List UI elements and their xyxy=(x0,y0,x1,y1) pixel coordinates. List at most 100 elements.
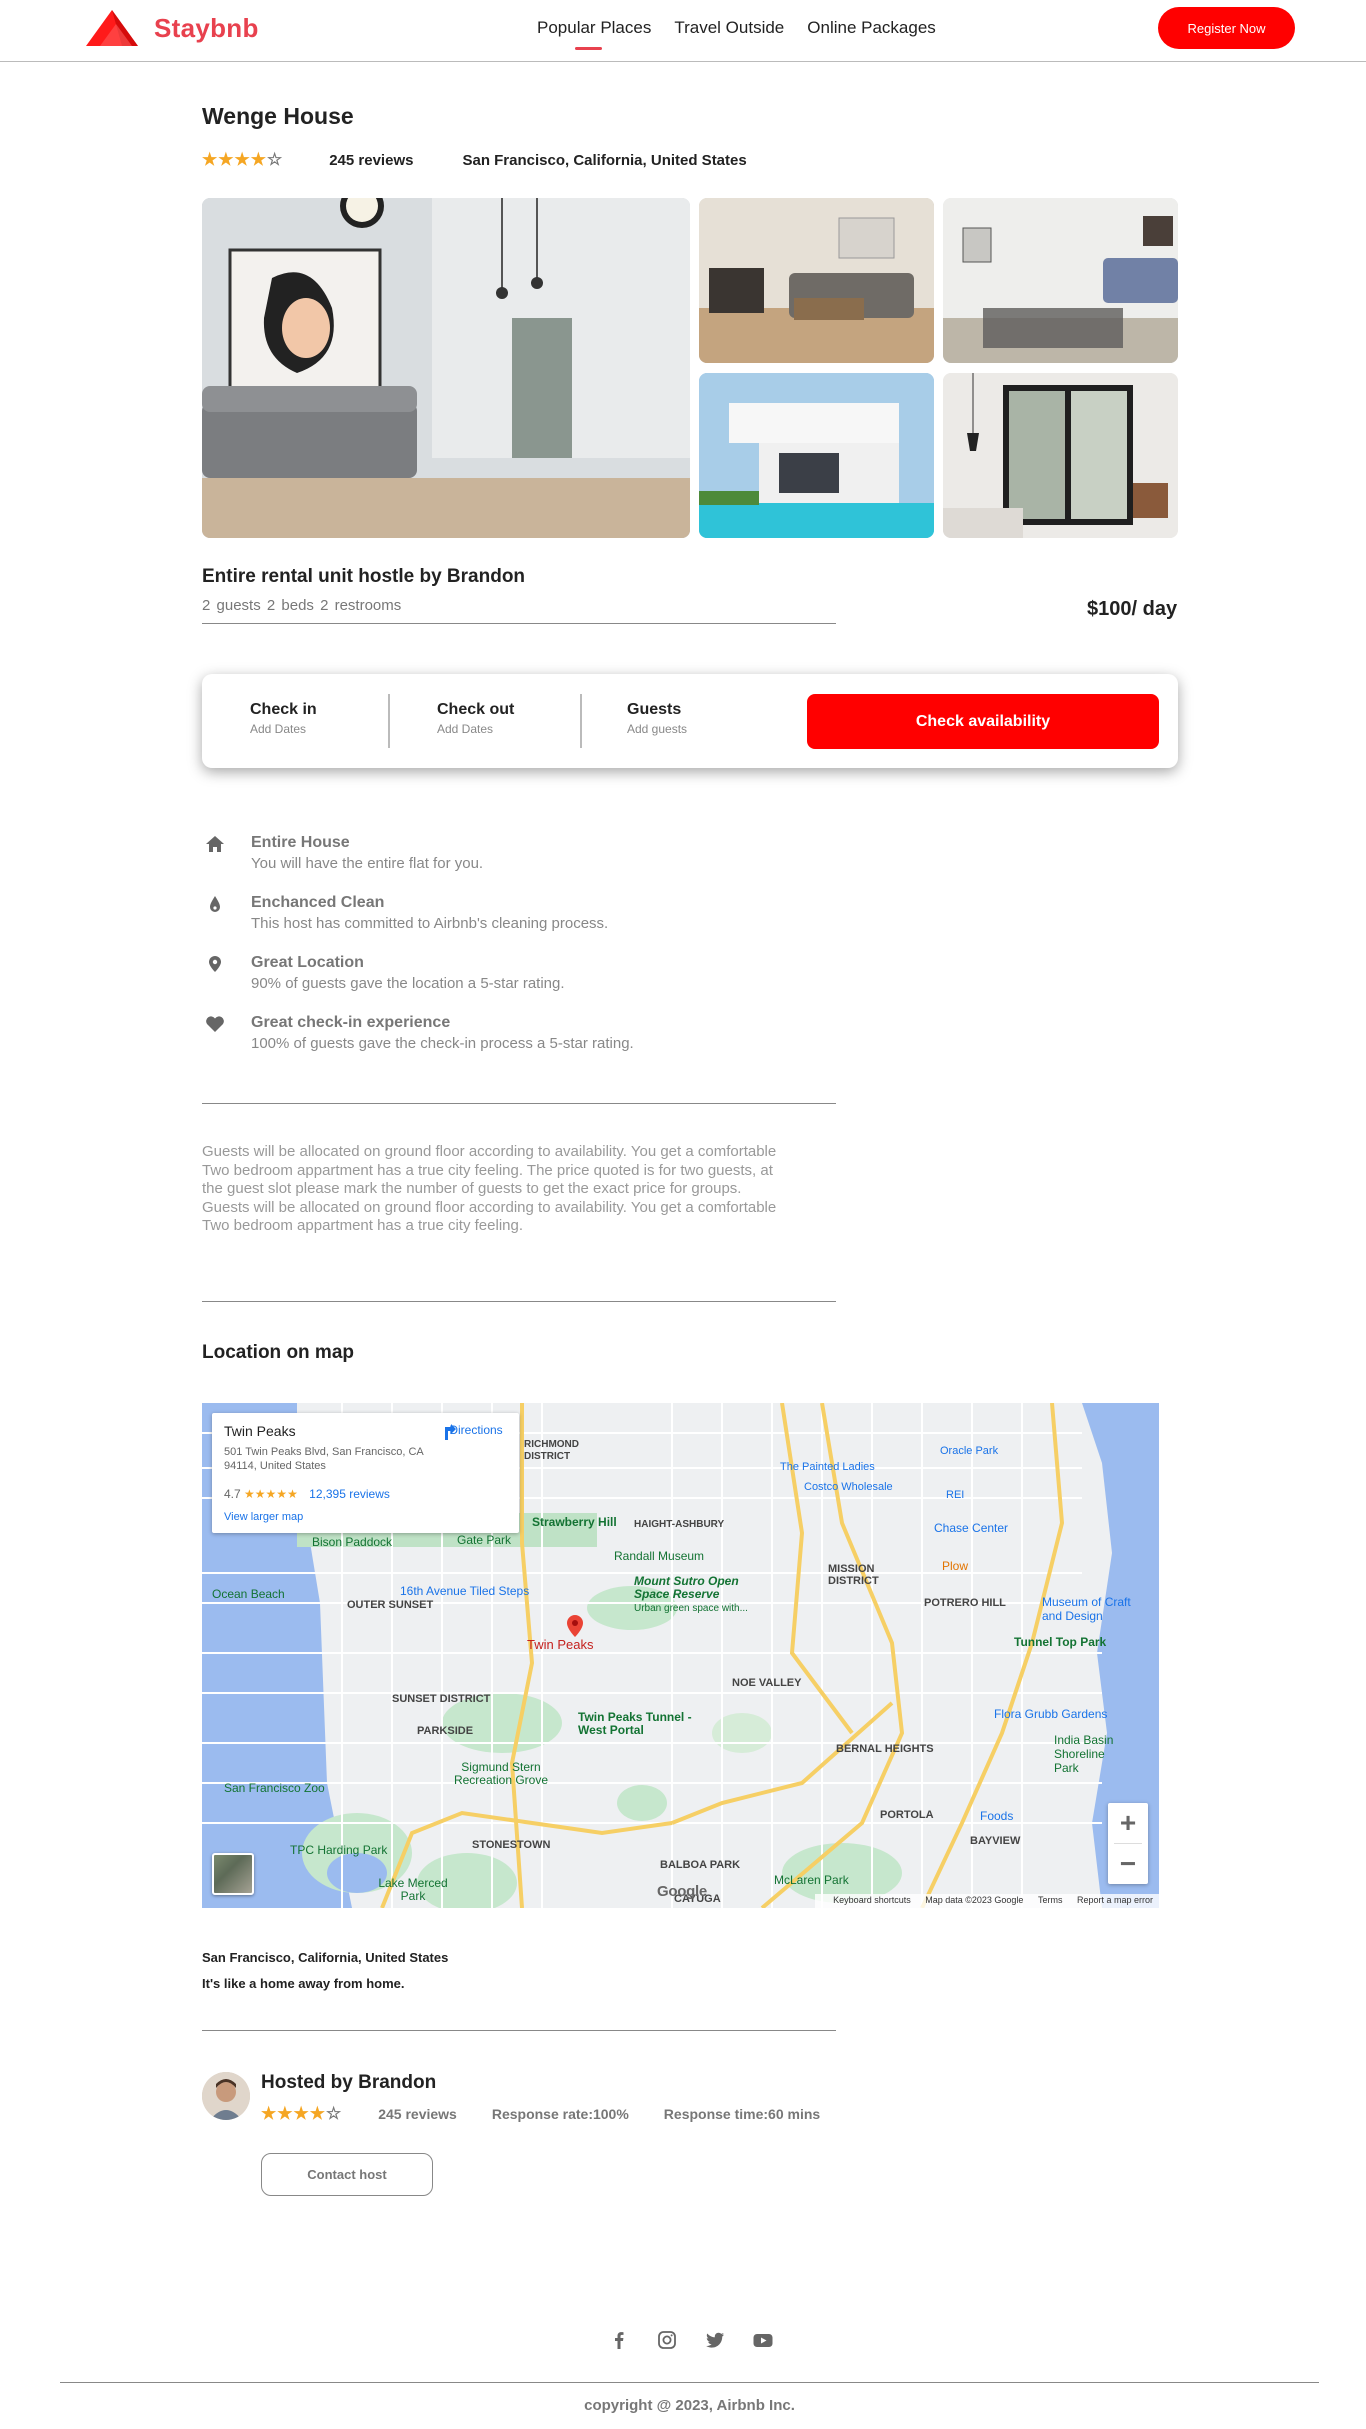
map-label-noe: NOE VALLEY xyxy=(732,1677,802,1689)
check-availability-button[interactable]: Check availability xyxy=(807,694,1159,749)
map-location-caption: San Francisco, California, United States xyxy=(202,1950,449,1965)
place-reviews-link[interactable]: 12,395 reviews xyxy=(309,1487,390,1501)
report-map-error-link[interactable]: Report a map error xyxy=(1077,1895,1153,1905)
brand-logo[interactable]: Staybnb xyxy=(82,8,259,48)
map-section-title: Location on map xyxy=(202,1342,354,1363)
field-separator xyxy=(580,694,582,748)
copyright-text: copyright @ 2023, Airbnb Inc. xyxy=(584,2397,795,2414)
google-logo: Google xyxy=(657,1883,707,1900)
map-tagline: It's like a home away from home. xyxy=(202,1976,405,1991)
zoom-out-button[interactable]: − xyxy=(1108,1844,1148,1884)
booking-bar: Check in Add Dates Check out Add Dates G… xyxy=(202,674,1178,768)
footer-divider xyxy=(60,2382,1319,2383)
listing-description: Guests will be allocated on ground floor… xyxy=(202,1143,777,1234)
feature-title: Great Location xyxy=(251,954,364,971)
check-in-label: Check in xyxy=(250,701,317,718)
feature-title: Great check-in experience xyxy=(251,1014,451,1031)
twitter-icon[interactable] xyxy=(703,2328,727,2352)
map-label-parkside: PARKSIDE xyxy=(417,1725,474,1737)
place-rating-value: 4.7 xyxy=(224,1487,241,1501)
map-label-museum-craft: Museum of Craft and Design xyxy=(1042,1595,1131,1623)
rental-capacity: 2 guests 2 beds 2 restrooms xyxy=(202,597,402,614)
guests-field[interactable]: Guests Add guests xyxy=(627,701,687,736)
map-label-potrero: POTRERO HILL xyxy=(924,1597,1006,1609)
youtube-icon[interactable] xyxy=(751,2328,775,2352)
check-in-field[interactable]: Check in Add Dates xyxy=(250,701,317,736)
map-label-mclaren: McLaren Park xyxy=(774,1873,849,1887)
social-links xyxy=(607,2328,775,2352)
host-rating-stars: ★★★★☆ xyxy=(261,2104,343,2123)
divider xyxy=(202,1301,836,1302)
check-out-value: Add Dates xyxy=(437,722,494,736)
divider xyxy=(202,1103,836,1104)
listing-meta: ★★★★☆ 245 reviews San Francisco, Califor… xyxy=(202,150,747,170)
map-label-tiled-steps: 16th Avenue Tiled Steps xyxy=(400,1584,530,1598)
gallery-photo-living-room[interactable] xyxy=(202,198,690,538)
map-label-sunset: SUNSET DISTRICT xyxy=(392,1693,491,1705)
feature-desc: 100% of guests gave the check-in process… xyxy=(251,1035,634,1052)
navbar: Staybnb Popular Places Travel Outside On… xyxy=(0,0,1366,62)
nav-popular-places[interactable]: Popular Places xyxy=(537,18,651,50)
gallery-photo-bedroom[interactable] xyxy=(943,373,1178,538)
map-label-mission: MISSION DISTRICT xyxy=(828,1563,879,1587)
map-label-chase: Chase Center xyxy=(934,1521,1009,1535)
host-avatar[interactable] xyxy=(202,2072,250,2120)
divider xyxy=(202,623,836,624)
lounge-illustration xyxy=(699,198,934,363)
check-out-field[interactable]: Check out Add Dates xyxy=(437,701,514,736)
check-out-label: Check out xyxy=(437,701,515,718)
feature-desc: 90% of guests gave the location a 5-star… xyxy=(251,975,565,992)
feature-desc: You will have the entire flat for you. xyxy=(251,855,484,872)
contact-host-button[interactable]: Contact host xyxy=(261,2153,433,2196)
feature-title: Entire House xyxy=(251,834,350,851)
instagram-icon[interactable] xyxy=(655,2328,679,2352)
nav-online-packages[interactable]: Online Packages xyxy=(807,18,936,50)
map-label-sf-zoo: San Francisco Zoo xyxy=(224,1781,325,1795)
map-label-foods: Foods xyxy=(980,1809,1014,1823)
directions-icon xyxy=(445,1424,456,1440)
host-avatar-image xyxy=(202,2072,250,2120)
view-larger-map-link[interactable]: View larger map xyxy=(224,1511,303,1523)
map-label-stonestown: STONESTOWN xyxy=(472,1839,551,1851)
map-data-text: Map data ©2023 Google xyxy=(925,1895,1024,1905)
rating-stars: ★★★★☆ xyxy=(202,150,284,169)
facebook-icon[interactable] xyxy=(607,2328,631,2352)
gallery-photo-lounge[interactable] xyxy=(699,198,934,363)
map-label-bison: Bison Paddock xyxy=(312,1535,393,1549)
entry-illustration xyxy=(943,198,1178,363)
listing-location: San Francisco, California, United States xyxy=(462,151,747,169)
listing-reviews[interactable]: 245 reviews xyxy=(329,152,413,169)
logo-triangle-icon xyxy=(86,10,138,46)
exterior-illustration xyxy=(699,373,934,538)
rental-title: Entire rental unit hostle by Brandon xyxy=(202,566,526,587)
keyboard-shortcuts-link[interactable]: Keyboard shortcuts xyxy=(833,1895,911,1905)
map-marker-icon[interactable] xyxy=(567,1615,583,1637)
embedded-map[interactable]: Twin Peaks RICHMOND DISTRICT HAIGHT-ASHB… xyxy=(202,1403,1159,1908)
map-label-tunnel: Twin Peaks Tunnel - West Portal xyxy=(578,1710,692,1737)
zoom-in-button[interactable]: + xyxy=(1108,1803,1148,1843)
field-separator xyxy=(388,694,390,748)
listing-title: Wenge House xyxy=(202,103,354,129)
bedroom-illustration xyxy=(943,373,1178,538)
map-label-bayview: BAYVIEW xyxy=(970,1835,1021,1847)
host-name: Hosted by Brandon xyxy=(261,2072,437,2093)
register-button[interactable]: Register Now xyxy=(1158,7,1295,49)
map-label-balboa: BALBOA PARK xyxy=(660,1859,741,1871)
map-label-twin-peaks: Twin Peaks xyxy=(527,1637,594,1652)
directions-button[interactable]: Directions xyxy=(442,1423,510,1440)
brand-name: Staybnb xyxy=(154,12,259,43)
host-response-time: Response time:60 mins xyxy=(663,2106,821,2122)
feature-desc: This host has committed to Airbnb's clea… xyxy=(251,915,609,932)
gallery-photo-entry[interactable] xyxy=(943,198,1178,363)
terms-link[interactable]: Terms xyxy=(1038,1895,1063,1905)
map-label-plow: Plow xyxy=(942,1559,969,1573)
heart-icon xyxy=(206,1016,224,1032)
guests-label: Guests xyxy=(627,701,682,718)
place-address: 501 Twin Peaks Blvd, San Francisco, CA 9… xyxy=(224,1446,424,1472)
nav-travel-outside[interactable]: Travel Outside xyxy=(674,18,784,50)
satellite-toggle-thumbnail[interactable] xyxy=(212,1853,254,1895)
map-label-ocean-beach: Ocean Beach xyxy=(212,1587,285,1601)
check-in-value: Add Dates xyxy=(250,722,307,736)
gallery-photo-exterior[interactable] xyxy=(699,373,934,538)
home-icon xyxy=(206,836,224,852)
